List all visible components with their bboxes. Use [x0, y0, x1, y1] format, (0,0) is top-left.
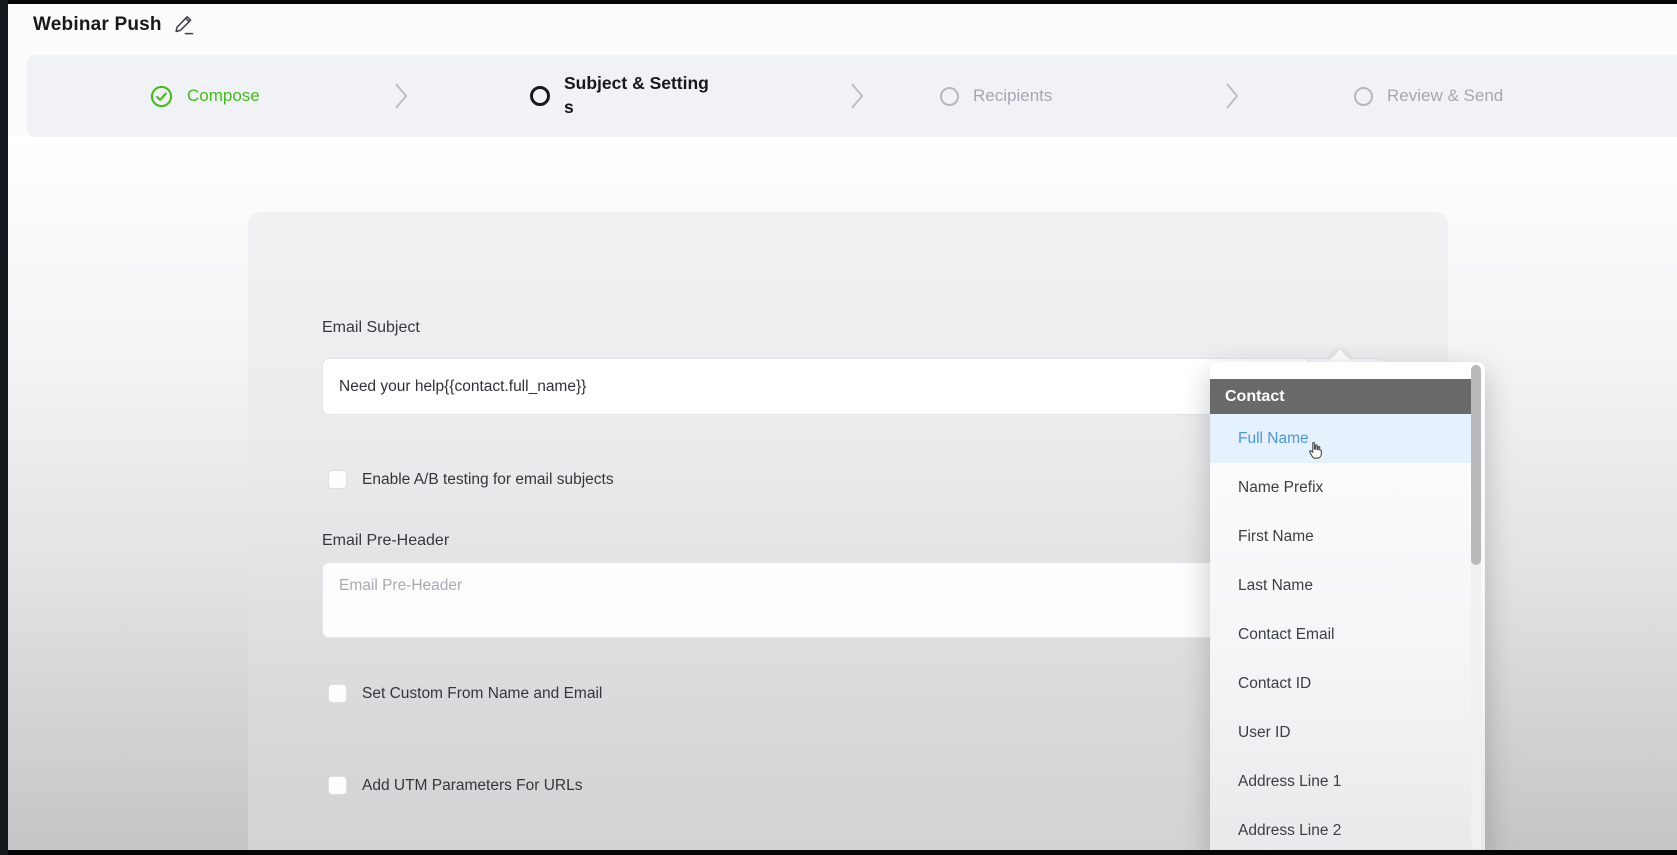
dropdown-item-contact-email[interactable]: Contact Email: [1210, 610, 1472, 659]
app-window: Webinar Push Compose: [0, 0, 1677, 855]
ab-testing-label: Enable A/B testing for email subjects: [362, 471, 614, 489]
step-recipients[interactable]: Recipients: [940, 55, 1052, 137]
dropdown-scrollbar[interactable]: [1471, 365, 1481, 565]
dropdown-item-name-prefix[interactable]: Name Prefix: [1210, 463, 1472, 512]
step-label: Compose: [187, 86, 260, 106]
pre-header-label: Email Pre-Header: [322, 532, 449, 550]
email-subject-input[interactable]: [322, 358, 1308, 415]
step-compose[interactable]: Compose: [150, 55, 260, 137]
dropdown-item-address-line-2[interactable]: Address Line 2: [1210, 806, 1472, 855]
step-subject-settings[interactable]: Subject & Settings: [530, 55, 716, 137]
dropdown-item-label: Full Name: [1238, 430, 1309, 448]
custom-from-checkbox[interactable]: [328, 684, 347, 703]
title-bar: Webinar Push: [8, 4, 1677, 55]
circle-icon: [1354, 87, 1373, 106]
chevron-right-icon: [1223, 55, 1241, 137]
ab-testing-row: Enable A/B testing for email subjects: [328, 470, 614, 489]
frame-edge-top: [0, 0, 1677, 4]
utm-row: Add UTM Parameters For URLs: [328, 776, 583, 795]
utm-checkbox[interactable]: [328, 776, 347, 795]
page-title: Webinar Push: [33, 14, 162, 36]
circle-icon: [530, 86, 550, 106]
pencil-edit-icon[interactable]: [173, 13, 197, 37]
step-label: Review & Send: [1387, 86, 1503, 106]
dropdown-item-contact-id[interactable]: Contact ID: [1210, 659, 1472, 708]
ab-testing-checkbox[interactable]: [328, 470, 347, 489]
dropdown-item-full-name[interactable]: Full Name: [1210, 414, 1472, 463]
merge-tag-dropdown: Contact Full Name Name Prefix First Name…: [1210, 362, 1485, 855]
step-label: Recipients: [973, 86, 1052, 106]
dropdown-item-label: Address Line 2: [1238, 822, 1341, 840]
chevron-right-icon: [392, 55, 410, 137]
check-circle-icon: [150, 85, 173, 108]
wizard-stepper: Compose Subject & Settings Recipients Re…: [27, 55, 1677, 137]
dropdown-item-last-name[interactable]: Last Name: [1210, 561, 1472, 610]
dropdown-item-label: Contact ID: [1238, 675, 1311, 693]
dropdown-item-label: Name Prefix: [1238, 479, 1323, 497]
frame-edge-left: [0, 0, 8, 855]
dropdown-item-label: Contact Email: [1238, 626, 1334, 644]
step-label: Subject & Settings: [564, 72, 716, 119]
hand-cursor-icon: [1304, 439, 1325, 462]
dropdown-item-label: Last Name: [1238, 577, 1313, 595]
dropdown-item-label: First Name: [1238, 528, 1314, 546]
step-review-send[interactable]: Review & Send: [1354, 55, 1503, 137]
circle-icon: [940, 87, 959, 106]
custom-from-row: Set Custom From Name and Email: [328, 684, 602, 703]
frame-edge-bottom: [0, 850, 1677, 855]
dropdown-item-address-line-1[interactable]: Address Line 1: [1210, 757, 1472, 806]
custom-from-label: Set Custom From Name and Email: [362, 685, 602, 703]
email-subject-label: Email Subject: [322, 319, 420, 337]
utm-label: Add UTM Parameters For URLs: [362, 777, 583, 795]
dropdown-group-header: Contact: [1210, 379, 1472, 414]
chevron-right-icon: [848, 55, 866, 137]
dropdown-item-label: User ID: [1238, 724, 1291, 742]
dropdown-item-first-name[interactable]: First Name: [1210, 512, 1472, 561]
dropdown-item-user-id[interactable]: User ID: [1210, 708, 1472, 757]
dropdown-item-label: Address Line 1: [1238, 773, 1341, 791]
